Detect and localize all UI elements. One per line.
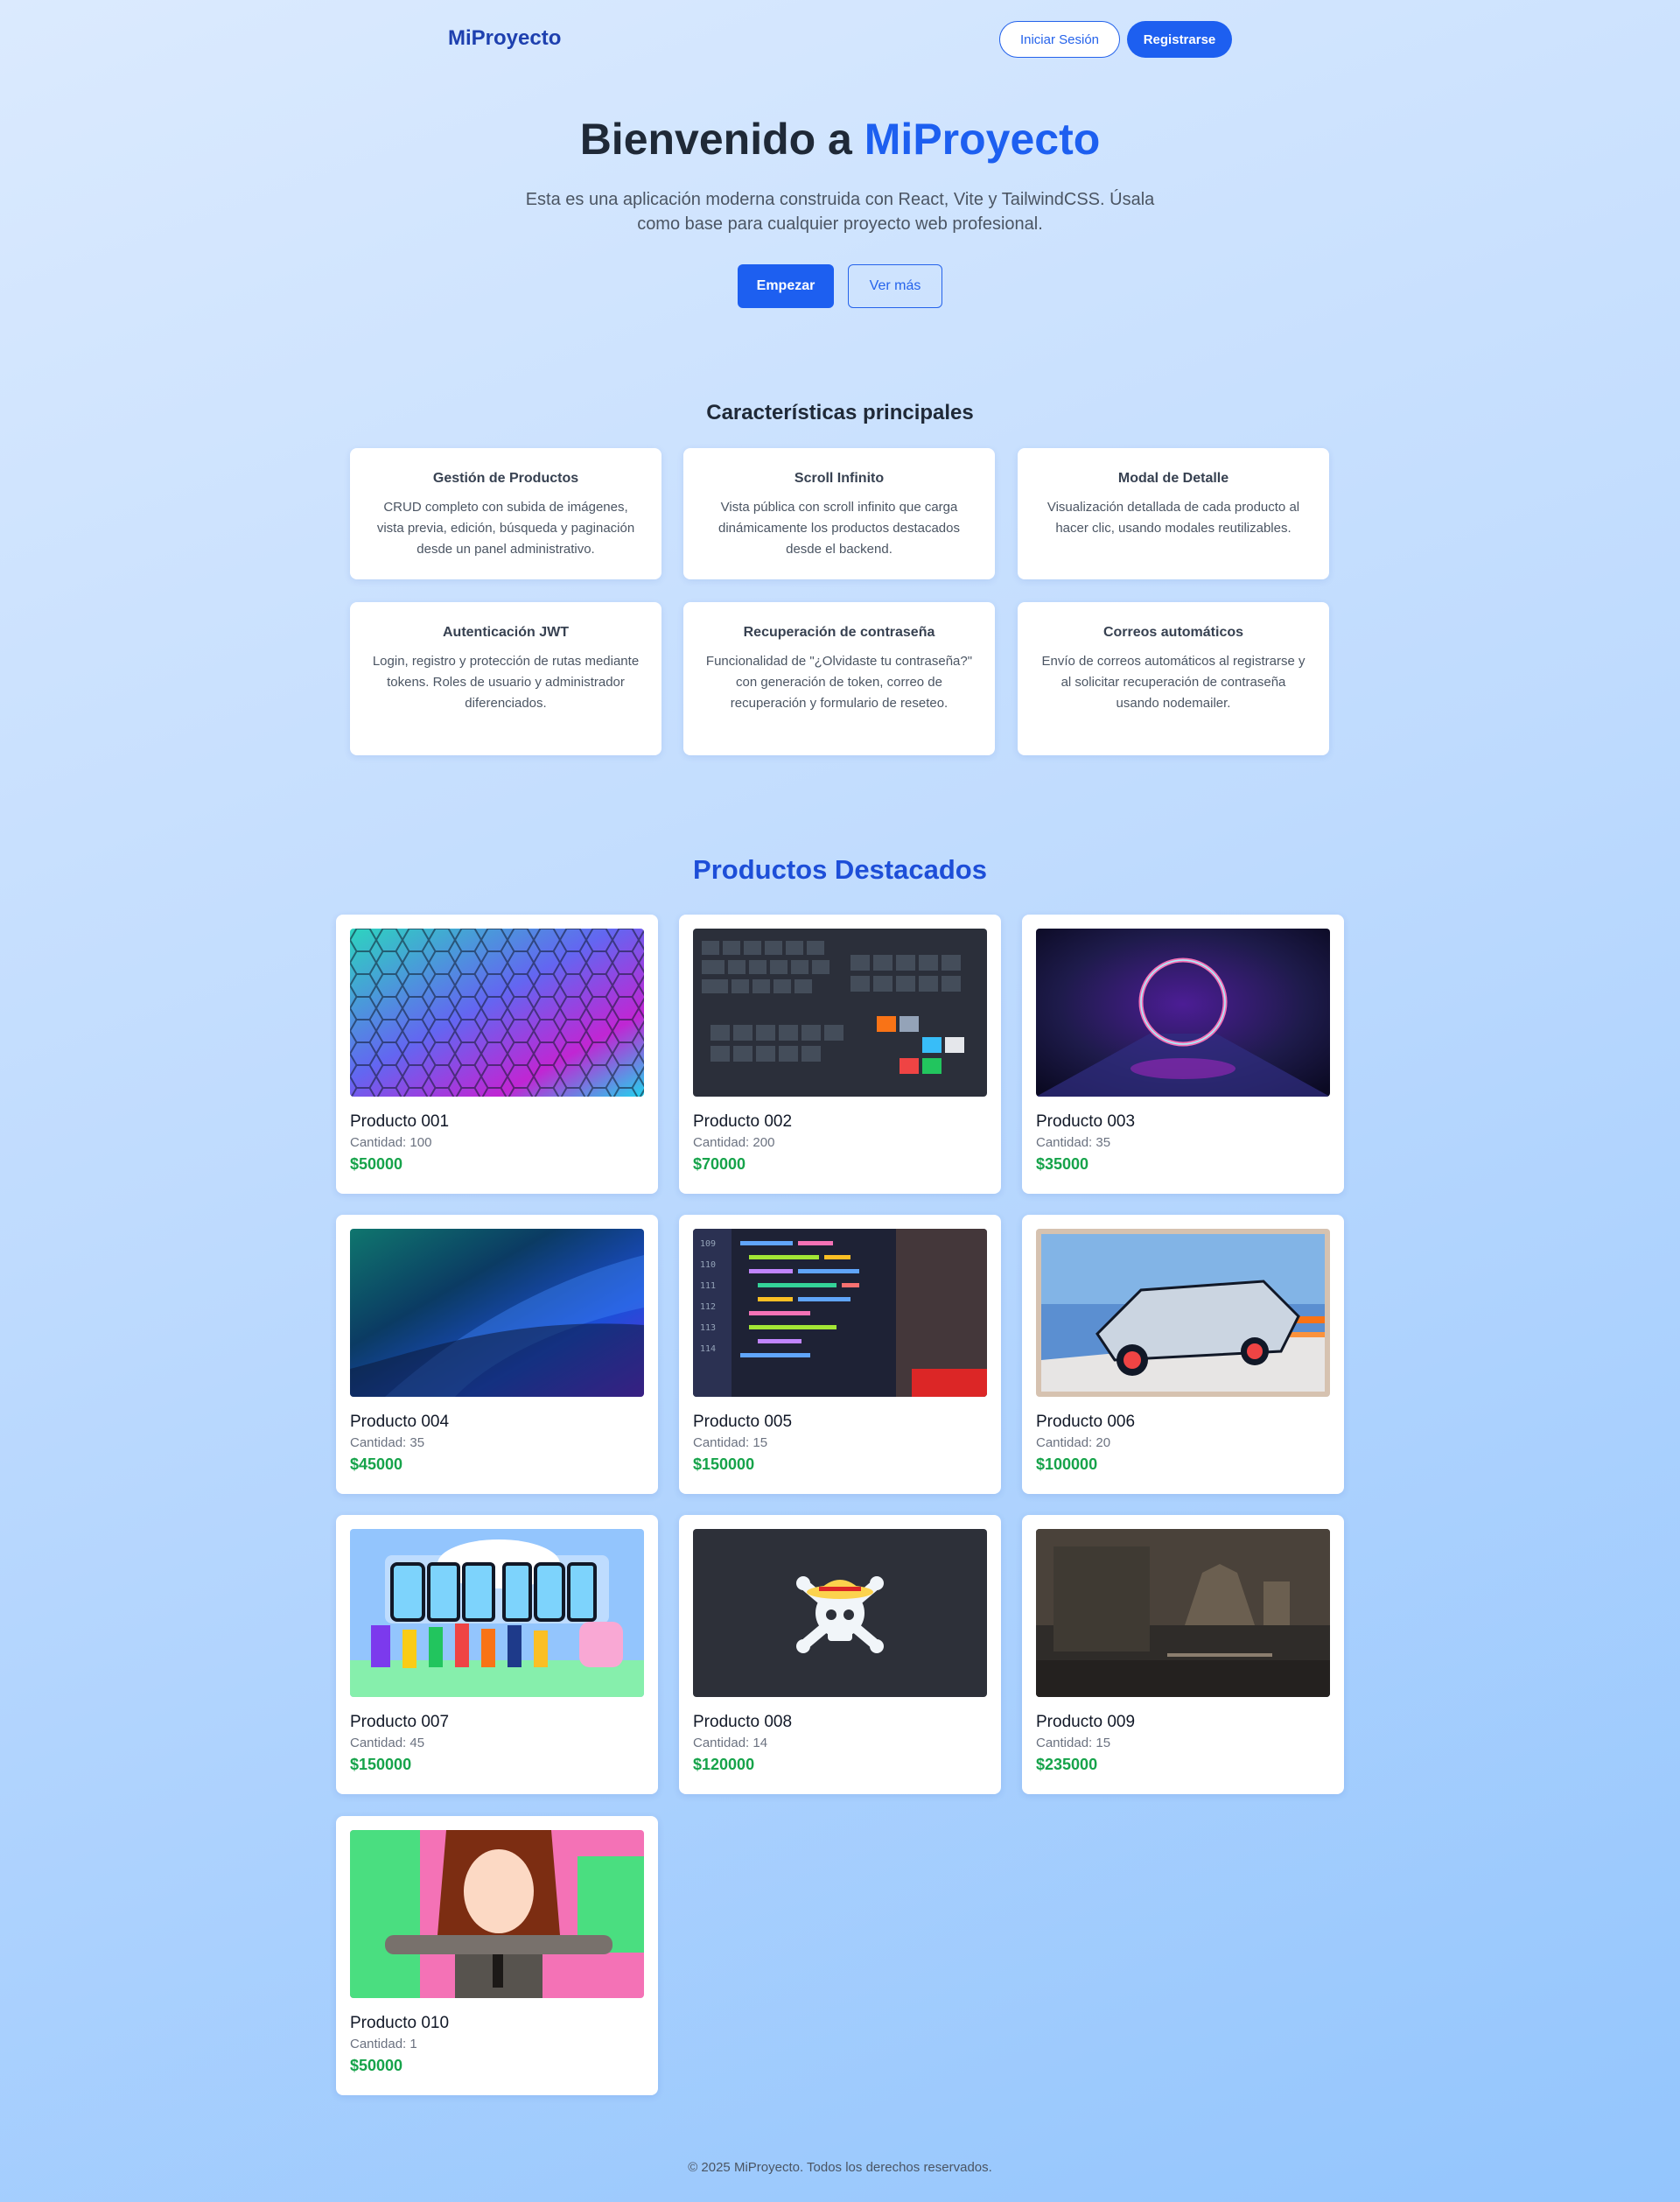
feature-card: Modal de Detalle Visualización detallada… bbox=[1018, 448, 1329, 579]
product-card[interactable]: 109 110 111 112 113 114 Producto 005 Cantida… bbox=[679, 1215, 1001, 1494]
feature-description: Vista pública con scroll infinito que ca… bbox=[718, 500, 960, 557]
product-quantity: Cantidad: 35 bbox=[350, 1435, 425, 1450]
hero-title: Bienvenido a MiProyecto bbox=[0, 114, 1680, 165]
product-name: Producto 007 bbox=[350, 1713, 450, 1731]
feature-description: Login, registro y protección de rutas me… bbox=[372, 654, 640, 711]
product-quantity: Cantidad: 15 bbox=[693, 1435, 768, 1450]
hero-subtitle: Esta es una aplicación moderna construid… bbox=[525, 190, 1155, 234]
feature-title: Autenticación JWT bbox=[442, 625, 569, 640]
product-quantity: Cantidad: 35 bbox=[1036, 1135, 1111, 1150]
product-image bbox=[1036, 929, 1330, 1097]
product-card[interactable]: Producto 003 Cantidad: 35 $35000 bbox=[1022, 915, 1344, 1194]
svg-text:110: 110 bbox=[700, 1260, 716, 1270]
product-image: 109 110 111 112 113 114 bbox=[693, 1229, 987, 1397]
product-name: Producto 001 bbox=[350, 1112, 450, 1131]
product-name: Producto 010 bbox=[350, 2014, 450, 2032]
features-title: Características principales bbox=[706, 401, 974, 424]
product-image bbox=[693, 1529, 987, 1697]
footer-copyright: © 2025 MiProyecto. Todos los derechos re… bbox=[688, 2160, 992, 2175]
product-image bbox=[350, 929, 644, 1097]
product-price: $45000 bbox=[350, 1455, 403, 1473]
product-price: $50000 bbox=[350, 1155, 403, 1173]
svg-text:113: 113 bbox=[700, 1323, 716, 1333]
product-price: $50000 bbox=[350, 2057, 403, 2074]
brand-logo[interactable]: MiProyecto bbox=[448, 26, 561, 51]
feature-title: Correos automáticos bbox=[1102, 625, 1244, 640]
feature-card: Recuperación de contraseña Funcionalidad… bbox=[683, 602, 995, 755]
feature-title: Recuperación de contraseña bbox=[743, 625, 935, 640]
site-header: MiProyecto Iniciar Sesión Registrarse bbox=[0, 21, 1680, 60]
product-card[interactable]: Producto 010 Cantidad: 1 $50000 bbox=[336, 1816, 658, 2095]
product-price: $150000 bbox=[350, 1756, 412, 1773]
product-quantity: Cantidad: 20 bbox=[1036, 1435, 1111, 1450]
feature-card: Scroll Infinito Vista pública con scroll… bbox=[683, 448, 995, 579]
svg-text:114: 114 bbox=[700, 1344, 716, 1354]
product-image bbox=[350, 1830, 644, 1998]
feature-description: CRUD completo con subida de imágenes, vi… bbox=[376, 500, 635, 557]
product-price: $35000 bbox=[1036, 1155, 1089, 1173]
product-name: Producto 003 bbox=[1036, 1112, 1136, 1131]
product-quantity: Cantidad: 1 bbox=[350, 2037, 417, 2051]
product-quantity: Cantidad: 14 bbox=[693, 1736, 768, 1750]
hero-title-prefix: Bienvenido a bbox=[579, 115, 852, 164]
product-image bbox=[693, 929, 987, 1097]
product-price: $70000 bbox=[693, 1155, 746, 1173]
product-name: Producto 002 bbox=[693, 1112, 793, 1131]
svg-text:109: 109 bbox=[700, 1239, 716, 1249]
register-button[interactable]: Registrarse bbox=[1127, 21, 1232, 58]
product-name: Producto 005 bbox=[693, 1413, 793, 1431]
product-card[interactable]: Producto 001 Cantidad: 100 $50000 bbox=[336, 915, 658, 1194]
feature-description: Funcionalidad de "¿Olvidaste tu contrase… bbox=[705, 654, 973, 711]
svg-text:111: 111 bbox=[700, 1281, 716, 1291]
feature-description: Visualización detallada de cada producto… bbox=[1046, 500, 1300, 536]
product-name: Producto 006 bbox=[1036, 1413, 1136, 1431]
start-button[interactable]: Empezar bbox=[738, 264, 834, 308]
product-name: Producto 009 bbox=[1036, 1713, 1136, 1731]
product-price: $120000 bbox=[693, 1756, 755, 1773]
product-card[interactable]: Producto 008 Cantidad: 14 $120000 bbox=[679, 1515, 1001, 1794]
feature-title: Gestión de Productos bbox=[432, 471, 579, 486]
feature-description: Envío de correos automáticos al registra… bbox=[1041, 654, 1306, 711]
feature-card: Correos automáticos Envío de correos aut… bbox=[1018, 602, 1329, 755]
product-quantity: Cantidad: 15 bbox=[1036, 1736, 1111, 1750]
product-quantity: Cantidad: 200 bbox=[693, 1135, 775, 1150]
product-card[interactable]: Producto 007 Cantidad: 45 $150000 bbox=[336, 1515, 658, 1794]
product-price: $235000 bbox=[1036, 1756, 1098, 1773]
product-image bbox=[350, 1229, 644, 1397]
product-card[interactable]: Producto 009 Cantidad: 15 $235000 bbox=[1022, 1515, 1344, 1794]
product-image bbox=[350, 1529, 644, 1697]
svg-text:112: 112 bbox=[700, 1302, 716, 1312]
products-title: Productos Destacados bbox=[693, 854, 987, 885]
product-price: $100000 bbox=[1036, 1455, 1098, 1473]
feature-title: Scroll Infinito bbox=[794, 471, 885, 486]
product-card[interactable]: Producto 006 Cantidad: 20 $100000 bbox=[1022, 1215, 1344, 1494]
feature-card: Autenticación JWT Login, registro y prot… bbox=[350, 602, 662, 755]
product-quantity: Cantidad: 100 bbox=[350, 1135, 432, 1150]
product-card[interactable]: Producto 002 Cantidad: 200 $70000 bbox=[679, 915, 1001, 1194]
login-button[interactable]: Iniciar Sesión bbox=[999, 21, 1120, 58]
product-name: Producto 008 bbox=[693, 1713, 793, 1731]
product-name: Producto 004 bbox=[350, 1413, 450, 1431]
feature-title: Modal de Detalle bbox=[1117, 471, 1229, 486]
product-card[interactable]: Producto 004 Cantidad: 35 $45000 bbox=[336, 1215, 658, 1494]
product-price: $150000 bbox=[693, 1455, 755, 1473]
product-image bbox=[1036, 1229, 1330, 1397]
product-quantity: Cantidad: 45 bbox=[350, 1736, 425, 1750]
product-image bbox=[1036, 1529, 1330, 1697]
see-more-button[interactable]: Ver más bbox=[848, 264, 942, 308]
feature-card: Gestión de Productos CRUD completo con s… bbox=[350, 448, 662, 579]
hero-title-accent: MiProyecto bbox=[864, 115, 1101, 164]
